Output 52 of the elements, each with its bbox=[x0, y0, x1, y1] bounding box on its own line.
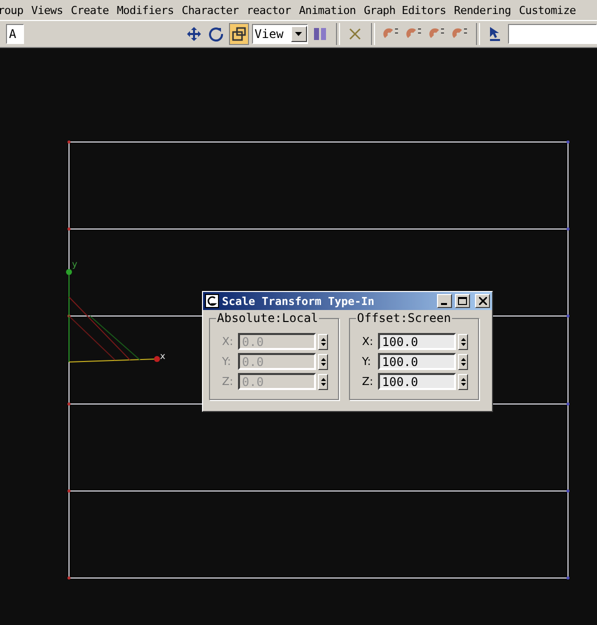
axis-label: Z: bbox=[222, 375, 234, 388]
value-field[interactable]: 100.0 bbox=[378, 353, 456, 370]
maximize-button[interactable] bbox=[455, 294, 470, 308]
spinner-arrows-icon bbox=[460, 336, 466, 346]
axis-label: X: bbox=[222, 335, 234, 348]
scale-tool-button[interactable] bbox=[229, 23, 249, 45]
spinner-button[interactable] bbox=[318, 334, 328, 350]
spinner-button[interactable] bbox=[458, 374, 468, 390]
minimize-button[interactable] bbox=[437, 294, 452, 308]
move-icon bbox=[186, 26, 202, 42]
maximize-icon bbox=[458, 297, 467, 305]
spinner-arrows-icon bbox=[320, 356, 326, 366]
scale-icon bbox=[230, 26, 247, 42]
menu-item[interactable]: Create bbox=[66, 4, 113, 16]
value-field[interactable]: 100.0 bbox=[378, 373, 456, 390]
group-label: Offset:Screen bbox=[356, 311, 452, 325]
group-label: Absolute:Local bbox=[216, 311, 320, 325]
axis-label: Z: bbox=[362, 375, 374, 388]
app-icon bbox=[205, 294, 219, 308]
dialog-title: Scale Transform Type-In bbox=[222, 294, 376, 308]
spinner-arrows-icon bbox=[320, 376, 326, 386]
axis-label: Y: bbox=[222, 355, 232, 368]
selection-filter-field[interactable]: A bbox=[6, 24, 24, 44]
menu-item[interactable]: roup bbox=[0, 4, 28, 16]
menu-item[interactable]: reactor bbox=[242, 4, 295, 16]
pivot-icon bbox=[312, 26, 328, 42]
spinner-button[interactable] bbox=[318, 354, 328, 370]
y-axis-label: y bbox=[72, 260, 78, 270]
axis-label: Y: bbox=[362, 355, 372, 368]
rotate-icon bbox=[208, 26, 224, 42]
menu-item[interactable]: Graph Editors bbox=[360, 4, 450, 16]
spinner-arrows-icon bbox=[460, 376, 466, 386]
menu-item[interactable]: Rendering bbox=[450, 4, 515, 16]
close-icon bbox=[478, 297, 486, 305]
menu-item[interactable]: Modifiers bbox=[112, 4, 178, 16]
spinner-button[interactable] bbox=[458, 334, 468, 350]
spinner-button[interactable] bbox=[458, 354, 468, 370]
menu-item[interactable]: Customize bbox=[514, 4, 580, 16]
spinner-arrows-icon bbox=[320, 336, 326, 346]
reference-coordinate-dropdown[interactable]: View bbox=[252, 24, 308, 44]
menu-item[interactable]: Animation bbox=[294, 4, 360, 16]
menu-item[interactable]: Views bbox=[27, 4, 67, 16]
named-selection-field[interactable] bbox=[508, 24, 597, 44]
axis-label: X: bbox=[362, 335, 374, 348]
close-button[interactable] bbox=[475, 294, 490, 308]
caret-icon bbox=[295, 32, 302, 36]
spinner-arrows-icon bbox=[460, 356, 466, 366]
value-field[interactable]: 100.0 bbox=[378, 333, 456, 350]
cursor-icon bbox=[488, 26, 502, 42]
x-axis-label: x bbox=[160, 352, 166, 362]
menu-item[interactable]: Character bbox=[178, 4, 243, 16]
spinner-button[interactable] bbox=[318, 374, 328, 390]
